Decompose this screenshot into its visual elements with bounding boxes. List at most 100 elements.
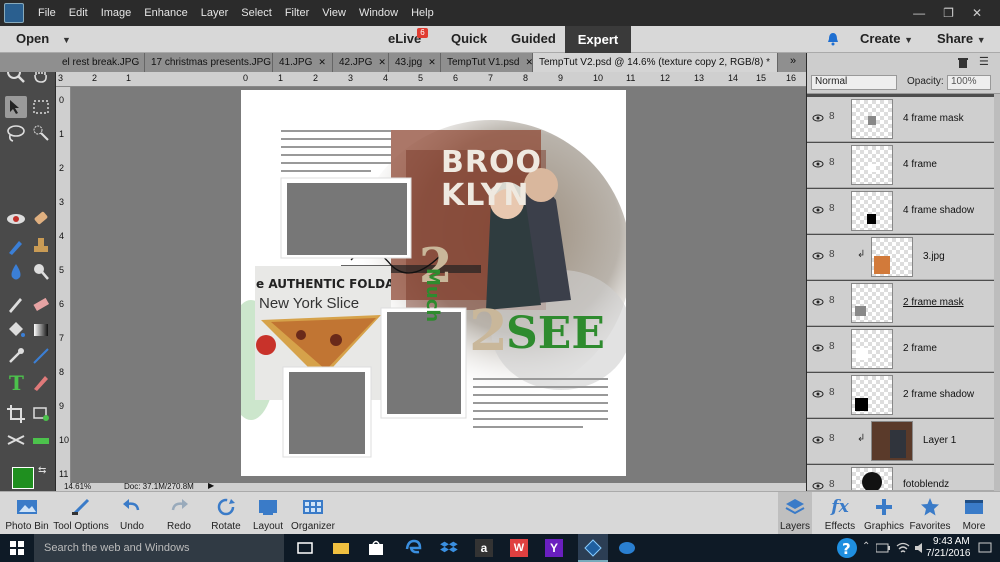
wifi-icon[interactable] (896, 542, 910, 554)
visibility-eye-icon[interactable] (812, 343, 824, 353)
menu-file[interactable]: File (38, 7, 56, 19)
taskbar-search-input[interactable]: Search the web and Windows (34, 534, 284, 562)
notification-bell-icon[interactable] (827, 32, 839, 46)
red-eye-tool-icon[interactable] (5, 208, 27, 230)
menu-view[interactable]: View (322, 7, 346, 19)
tabs-overflow-icon[interactable]: » (790, 55, 796, 67)
tab-temptut-v1[interactable]: TempTut V1.psd ✕ (441, 53, 533, 72)
store-icon[interactable] (367, 539, 385, 557)
visibility-eye-icon[interactable] (812, 481, 824, 491)
open-dropdown-icon[interactable]: ▼ (62, 35, 71, 45)
crop-tool-icon[interactable] (5, 403, 27, 425)
more-button[interactable]: More (958, 492, 990, 535)
blur-tool-icon[interactable] (5, 261, 27, 283)
layout-button[interactable]: Layout (250, 492, 286, 535)
layer-row[interactable]: 8 4 frame mask (807, 97, 1000, 142)
visibility-eye-icon[interactable] (812, 297, 824, 307)
restore-button[interactable]: ❐ (943, 6, 954, 20)
layer-row[interactable]: 8 ↲ Layer 1 (807, 419, 1000, 464)
tab-christmas-presents[interactable]: 17 christmas presents.JPG✕ (145, 53, 273, 72)
straighten-tool-icon[interactable] (31, 429, 51, 451)
type-tool-icon[interactable]: T (5, 371, 27, 393)
amazon-icon[interactable]: a (475, 539, 493, 557)
link-icon[interactable]: 8 (829, 387, 837, 401)
link-icon[interactable]: 8 (829, 341, 837, 355)
custom-shape-tool-icon[interactable] (31, 345, 51, 367)
tab-rest-break[interactable]: el rest break.JPG✕ (56, 53, 145, 72)
link-icon[interactable]: 8 (829, 249, 837, 263)
dropbox-icon[interactable] (440, 539, 458, 557)
marquee-tool-icon[interactable] (31, 97, 51, 117)
graphics-button[interactable]: Graphics (864, 492, 904, 535)
layer-row[interactable]: 8 ↲ 3.jpg (807, 235, 1000, 280)
menu-help[interactable]: Help (411, 7, 434, 19)
layers-button[interactable]: Layers (778, 492, 812, 535)
link-icon[interactable]: 8 (829, 479, 837, 490)
link-icon[interactable]: 8 (829, 433, 837, 447)
brush-tool-icon[interactable] (5, 293, 27, 315)
zoom-level[interactable]: 14.61% (64, 482, 91, 491)
sponge-tool-icon[interactable] (31, 261, 51, 283)
create-button[interactable]: Create ▼ (860, 31, 913, 46)
visibility-eye-icon[interactable] (812, 159, 824, 169)
visibility-eye-icon[interactable] (812, 205, 824, 215)
visibility-eye-icon[interactable] (812, 113, 824, 123)
smart-brush-tool-icon[interactable] (5, 235, 27, 257)
quick-selection-tool-icon[interactable] (31, 123, 51, 143)
blend-mode-select[interactable]: Normal (811, 75, 897, 90)
menu-enhance[interactable]: Enhance (144, 7, 187, 19)
link-icon[interactable]: 8 (829, 295, 837, 309)
menu-filter[interactable]: Filter (285, 7, 309, 19)
expert-tab[interactable]: Expert (565, 26, 631, 53)
close-button[interactable]: ✕ (972, 6, 982, 20)
share-button[interactable]: Share ▼ (937, 31, 986, 46)
organizer-taskbar-icon[interactable] (618, 539, 636, 557)
swap-colors-icon[interactable]: ⇆ (38, 465, 46, 476)
tab-41[interactable]: 41.JPG ✕ (273, 53, 333, 72)
close-tab-icon[interactable]: ✕ (525, 57, 532, 68)
clone-stamp-tool-icon[interactable] (31, 235, 51, 257)
layer-row[interactable]: 8 4 frame (807, 143, 1000, 188)
close-tab-icon[interactable]: ✕ (378, 57, 386, 68)
close-tab-icon[interactable]: ✕ (428, 57, 436, 68)
move-tool[interactable] (5, 96, 27, 118)
close-tab-icon[interactable]: ✕ (318, 57, 326, 68)
clock-time[interactable]: 9:43 AM (933, 536, 970, 547)
menu-edit[interactable]: Edit (69, 7, 88, 19)
visibility-eye-icon[interactable] (812, 389, 824, 399)
menu-layer[interactable]: Layer (201, 7, 229, 19)
favorites-button[interactable]: Favorites (908, 492, 952, 535)
guided-tab[interactable]: Guided (511, 31, 556, 46)
status-arrow-icon[interactable]: ▶ (208, 481, 214, 490)
menu-window[interactable]: Window (359, 7, 398, 19)
menu-image[interactable]: Image (101, 7, 132, 19)
organizer-button[interactable]: Organizer (290, 492, 336, 535)
edge-browser-icon[interactable] (404, 539, 422, 557)
layer-row[interactable]: 8 2 frame (807, 327, 1000, 372)
layers-scrollbar[interactable] (994, 94, 1000, 491)
layer-row[interactable]: 8 2 frame shadow (807, 373, 1000, 418)
paint-bucket-tool-icon[interactable] (5, 319, 27, 341)
panel-menu-icon[interactable]: ☰ (979, 55, 989, 68)
undo-button[interactable]: Undo (116, 492, 148, 535)
redo-button[interactable]: Redo (162, 492, 196, 535)
quick-tab[interactable]: Quick (451, 31, 487, 46)
tab-43[interactable]: 43.jpg ✕ (389, 53, 441, 72)
link-icon[interactable]: 8 (829, 157, 837, 171)
battery-icon[interactable] (876, 543, 890, 553)
minimize-button[interactable]: — (913, 6, 925, 20)
content-aware-move-tool-icon[interactable] (5, 429, 27, 451)
photoshop-elements-taskbar-button[interactable] (578, 534, 608, 562)
trash-icon[interactable] (957, 56, 969, 69)
lasso-tool-icon[interactable] (5, 123, 27, 145)
document-canvas[interactable]: BROO KLYN 2 Much 2 SEE e AUTHENTIC FOLDA… (241, 90, 626, 476)
action-center-icon[interactable] (978, 542, 992, 554)
foreground-color-swatch[interactable] (12, 467, 34, 489)
tab-42[interactable]: 42.JPG ✕ (333, 53, 389, 72)
tool-options-button[interactable]: Tool Options (52, 492, 110, 535)
link-icon[interactable]: 8 (829, 203, 837, 217)
effects-button[interactable]: fx Effects (822, 492, 858, 535)
opacity-field[interactable]: 100% (947, 75, 991, 90)
office-app-icon[interactable]: W (510, 539, 528, 557)
open-button[interactable]: Open (16, 31, 49, 46)
